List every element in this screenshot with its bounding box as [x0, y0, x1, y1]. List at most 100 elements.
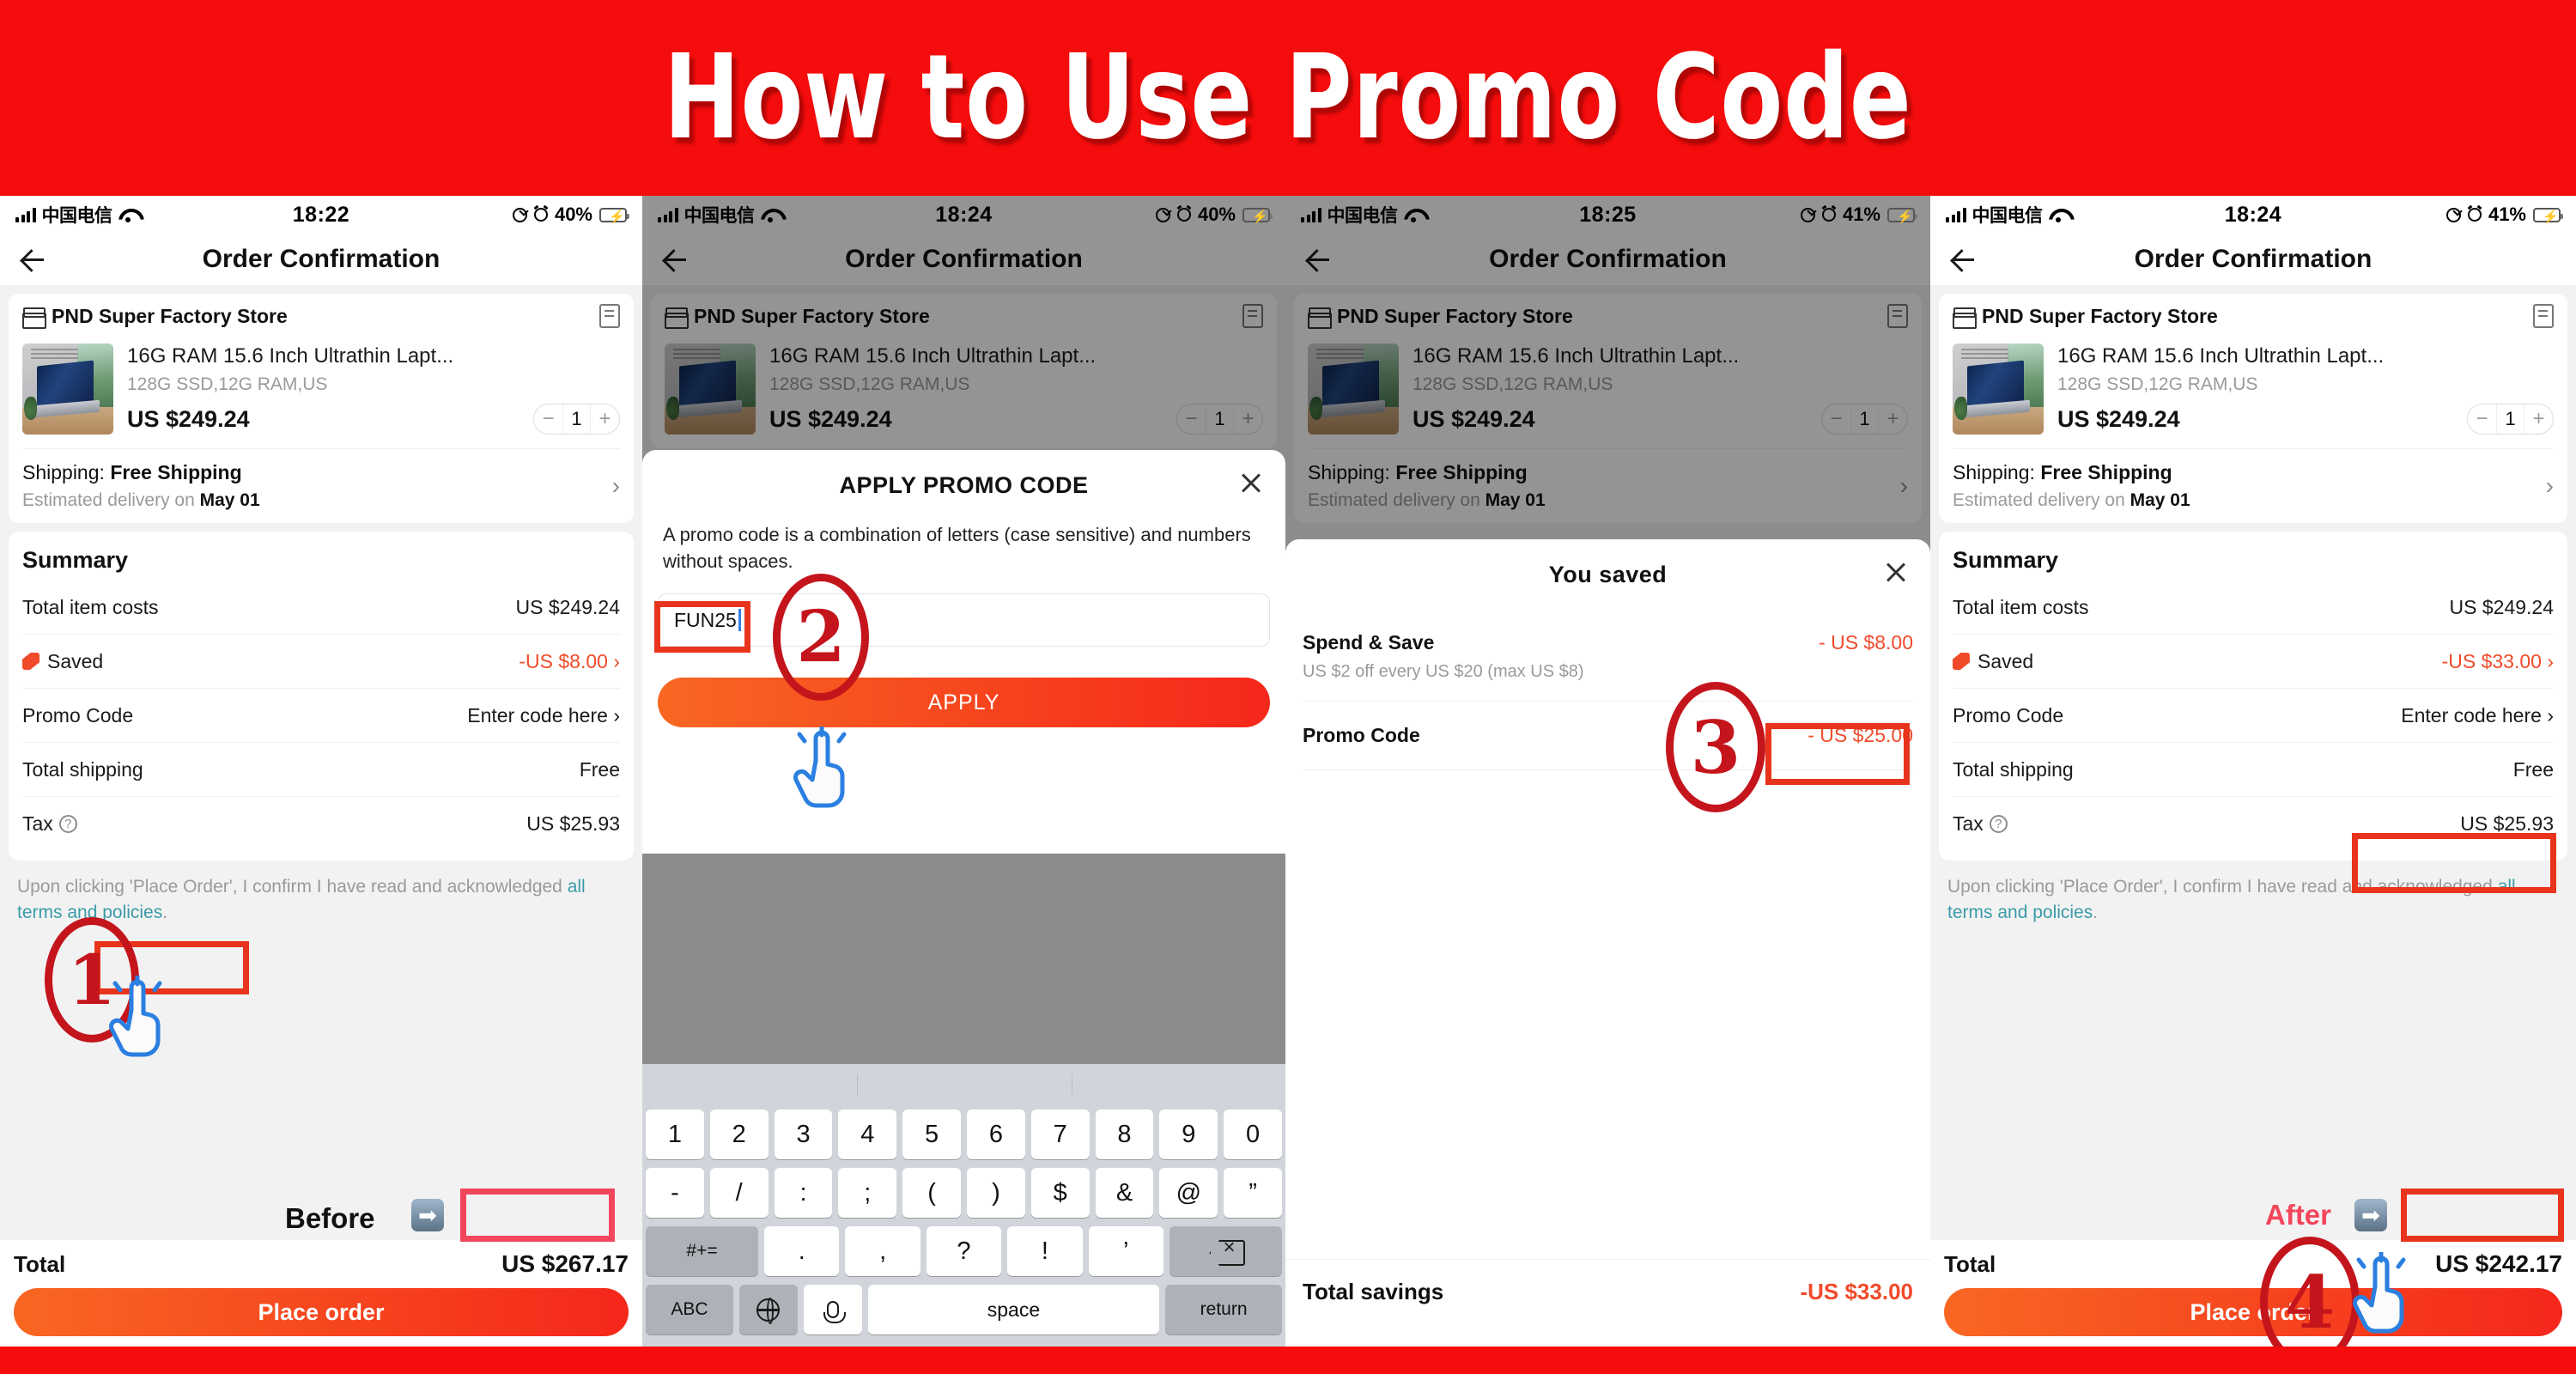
back-arrow-icon[interactable]	[19, 246, 45, 272]
key-question[interactable]: ?	[926, 1226, 1002, 1276]
qty-plus-button[interactable]: +	[591, 404, 619, 434]
help-icon[interactable]: ?	[1989, 814, 2008, 833]
row-value: US $25.93	[2460, 812, 2554, 835]
shipping-row[interactable]: Shipping: Free Shipping Estimated delive…	[1953, 449, 2554, 523]
qty-plus-button[interactable]: +	[2524, 404, 2553, 434]
key-symbols[interactable]: #+=	[646, 1226, 759, 1276]
row-value: US $249.24	[2449, 595, 2554, 618]
back-arrow-icon[interactable]	[1949, 246, 1975, 272]
store-card: PND Super Factory Store 16G RAM 15.6 Inc…	[9, 294, 634, 523]
mic-icon	[823, 1301, 846, 1323]
product-row[interactable]: 16G RAM 15.6 Inch Ultrathin Lapt... 128G…	[1953, 338, 2554, 448]
store-row[interactable]: PND Super Factory Store	[1953, 294, 2554, 338]
after-label: After	[2265, 1199, 2332, 1231]
key-semicolon[interactable]: ;	[838, 1168, 897, 1218]
store-name: PND Super Factory Store	[1982, 304, 2218, 327]
key-globe[interactable]	[738, 1285, 798, 1334]
store-row[interactable]: PND Super Factory Store	[22, 294, 620, 338]
shipping-prefix: Shipping:	[1953, 461, 2041, 483]
key-3[interactable]: 3	[774, 1110, 833, 1159]
product-image	[1953, 344, 2044, 435]
key-at[interactable]: @	[1159, 1168, 1218, 1218]
key-comma[interactable]: ,	[845, 1226, 920, 1276]
delete-icon	[1209, 1236, 1242, 1262]
key-6[interactable]: 6	[967, 1110, 1025, 1159]
wifi-icon	[2049, 208, 2068, 222]
note-icon[interactable]	[599, 304, 620, 328]
row-label: Promo Code	[1953, 703, 2064, 727]
key-space[interactable]: space	[867, 1285, 1160, 1334]
place-order-button[interactable]: Place order	[14, 1288, 629, 1336]
row-saved[interactable]: Saved -US $8.00 ›	[22, 635, 620, 688]
qty-minus-button[interactable]: −	[534, 404, 562, 434]
chevron-right-icon: ›	[2545, 472, 2554, 499]
phone-screen-1: 中国电信 18:22 40% ⚡ Order Confirmation PND …	[0, 196, 642, 1347]
carrier-label: 中国电信	[41, 205, 113, 226]
qty-minus-button[interactable]: −	[2468, 404, 2496, 434]
alarm-icon	[1821, 208, 1836, 222]
arrow-right-icon: ➡	[411, 1199, 444, 1231]
quantity-stepper[interactable]: − 1 +	[2467, 404, 2554, 435]
key-paren-open[interactable]: (	[902, 1168, 961, 1218]
place-order-button[interactable]: Place order	[1944, 1288, 2562, 1336]
key-1[interactable]: 1	[646, 1110, 704, 1159]
close-icon[interactable]	[1884, 560, 1908, 584]
key-slash[interactable]: /	[709, 1168, 769, 1218]
row-label: Total shipping	[1953, 757, 2074, 781]
shipping-row[interactable]: Shipping: Free Shipping Estimated delive…	[22, 449, 620, 523]
key-apostrophe[interactable]: ’	[1088, 1226, 1163, 1276]
key-7[interactable]: 7	[1030, 1110, 1090, 1159]
key-paren-close[interactable]: )	[967, 1168, 1025, 1218]
total-savings-value: -US $33.00	[1800, 1279, 1913, 1304]
battery-icon: ⚡	[1887, 207, 1917, 224]
key-0[interactable]: 0	[1224, 1110, 1282, 1159]
modal-description: A promo code is a combination of letters…	[663, 524, 1251, 573]
total-bar: Total US $242.17 Place order	[1930, 1240, 2576, 1347]
close-icon[interactable]	[1239, 471, 1263, 495]
note-icon[interactable]	[2533, 304, 2554, 328]
battery-icon: ⚡	[1242, 207, 1273, 224]
saved-row: Spend & Save US $2 off every US $20 (max…	[1285, 612, 1930, 701]
panel-step-1: 中国电信 18:22 40% ⚡ Order Confirmation PND …	[0, 196, 642, 1347]
key-2[interactable]: 2	[709, 1110, 769, 1159]
eta-date: May 01	[2129, 490, 2190, 510]
row-promo-code[interactable]: Promo Code Enter code here ›	[1953, 689, 2554, 742]
key-dollar[interactable]: $	[1030, 1168, 1090, 1218]
carrier-label: 中国电信	[1971, 205, 2044, 226]
row-total-shipping: Total shipping Free	[1953, 743, 2554, 796]
key-9[interactable]: 9	[1159, 1110, 1218, 1159]
key-4[interactable]: 4	[838, 1110, 897, 1159]
key-colon[interactable]: :	[774, 1168, 833, 1218]
key-hyphen[interactable]: -	[646, 1168, 704, 1218]
product-sku: 128G SSD,12G RAM,US	[2057, 374, 2258, 394]
key-exclamation[interactable]: !	[1007, 1226, 1083, 1276]
key-quote[interactable]: ”	[1224, 1168, 1282, 1218]
apply-button[interactable]: APPLY	[658, 678, 1270, 728]
key-dictation[interactable]	[803, 1285, 862, 1334]
key-abc[interactable]: ABC	[646, 1285, 733, 1334]
battery-percent: 41%	[2488, 204, 2526, 225]
store-card: PND Super Factory Store 16G RAM 15.6 Inc…	[1939, 294, 2567, 523]
help-icon[interactable]: ?	[58, 814, 77, 833]
key-delete[interactable]	[1169, 1226, 1282, 1276]
on-screen-keyboard[interactable]: 1 2 3 4 5 6 7 8 9 0 - / : ; ( ) $ & @ ” …	[642, 1064, 1285, 1347]
keyboard-row-2: - / : ; ( ) $ & @ ”	[642, 1164, 1285, 1222]
wifi-icon	[118, 208, 137, 222]
key-8[interactable]: 8	[1095, 1110, 1154, 1159]
key-return[interactable]: return	[1165, 1285, 1283, 1334]
row-saved[interactable]: Saved -US $33.00 ›	[1953, 635, 2554, 688]
key-ampersand[interactable]: &	[1095, 1168, 1154, 1218]
product-row[interactable]: 16G RAM 15.6 Inch Ultrathin Lapt... 128G…	[22, 338, 620, 448]
store-icon	[1953, 307, 1977, 329]
highlight-promo-discount	[1765, 723, 1910, 785]
key-5[interactable]: 5	[902, 1110, 961, 1159]
key-period[interactable]: .	[764, 1226, 840, 1276]
panel-step-3: 中国电信 18:25 41% ⚡ Order Confirmation PND …	[1285, 196, 1930, 1347]
row-promo-code[interactable]: Promo Code Enter code here ›	[22, 689, 620, 742]
row-label: Total item costs	[1953, 595, 2089, 618]
quantity-stepper[interactable]: − 1 +	[533, 404, 620, 435]
terms-suffix: .	[2093, 903, 2099, 923]
total-savings-row: Total savings -US $33.00	[1285, 1259, 1930, 1324]
product-image	[22, 344, 113, 435]
nav-bar: Order Confirmation	[0, 234, 642, 285]
